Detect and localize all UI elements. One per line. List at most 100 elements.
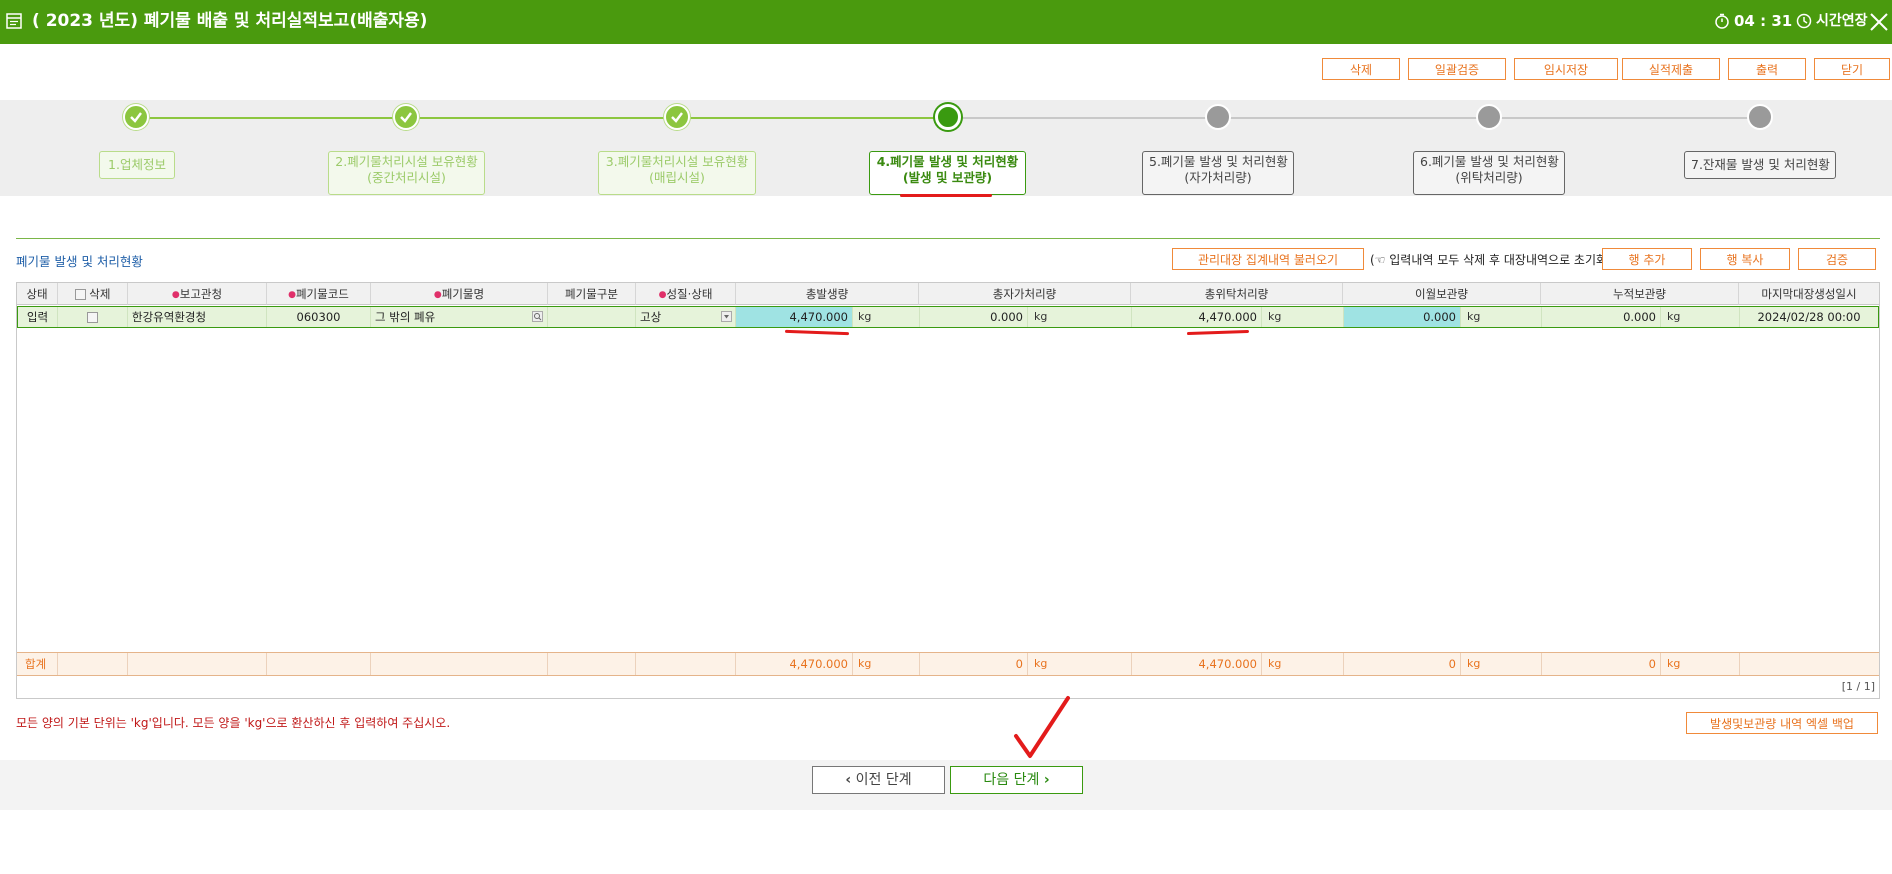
title-bar: ( 2023 년도) 폐기물 배출 및 처리실적보고(배출자용) 04 : 31… (0, 0, 1892, 44)
unit-label: kg (1034, 310, 1048, 323)
section-divider (16, 238, 1880, 239)
step-4-subtext: (발생 및 보관량) (902, 170, 993, 185)
step-2-label[interactable]: 2.폐기물처리시설 보유현황 (중간처리시설) (328, 151, 485, 195)
progress-line-done (136, 117, 948, 119)
header-nature-state: ●성질·상태 (636, 283, 736, 305)
step-2-subtext: (중간처리시설) (367, 170, 446, 185)
row-carried-storage[interactable]: 0.000 (1343, 307, 1461, 327)
sum-empty-cell (58, 653, 128, 675)
annotation-underline-step4 (900, 194, 992, 197)
stopwatch-icon (1715, 13, 1729, 29)
sum-self-processing: 0 (919, 653, 1028, 675)
step-1-check-icon (123, 104, 149, 130)
step-7-indicator (1747, 104, 1773, 130)
page-indicator: [1 / 1] (1841, 680, 1875, 693)
row-accumulated-storage: 0.000 (1541, 307, 1661, 327)
header-waste-name: ●폐기물명 (371, 283, 548, 305)
row-delete-checkbox[interactable] (87, 312, 98, 323)
section-title: 폐기물 발생 및 처리현황 (16, 254, 143, 269)
row-consigned-processing[interactable]: 4,470.000 (1131, 307, 1262, 327)
header-carried-storage: 이월보관량 (1343, 283, 1541, 305)
step-6-indicator (1476, 104, 1502, 130)
next-step-label: 다음 단계 (983, 772, 1040, 788)
step-7-text: 7.잔재물 발생 및 처리현황 (1691, 157, 1830, 172)
excel-backup-button[interactable]: 발생및보관량 내역 엑셀 백업 (1686, 712, 1878, 734)
row-self-processing[interactable]: 0.000 (919, 307, 1028, 327)
submit-performance-button[interactable]: 실적제출 (1622, 58, 1720, 80)
form-icon (6, 13, 22, 29)
load-ledger-button[interactable]: 관리대장 집계내역 불러오기 (1172, 248, 1364, 270)
prev-step-button[interactable]: ‹ 이전 단계 (812, 766, 945, 794)
step-3-check-icon (664, 104, 690, 130)
step-6-label[interactable]: 6.폐기물 발생 및 처리현황 (위탁처리량) (1413, 151, 1565, 195)
sum-carried-storage: 0 (1343, 653, 1461, 675)
step-3-text: 3.폐기물처리시설 보유현황 (605, 154, 749, 169)
next-step-button[interactable]: 다음 단계 › (950, 766, 1083, 794)
add-row-button[interactable]: 행 추가 (1602, 248, 1692, 270)
row-waste-name-text: 그 밖의 폐유 (375, 310, 436, 324)
table-row[interactable]: 입력 한강유역환경청 060300 그 밖의 폐유 고상 4,470.000 k… (17, 306, 1879, 328)
row-delete-cell (58, 307, 128, 327)
sum-empty-cell (548, 653, 636, 675)
row-status: 입력 (18, 307, 58, 327)
sum-unit: kg (1034, 657, 1048, 670)
header-status: 상태 (17, 283, 58, 305)
header-consigned-processing: 총위탁처리량 (1131, 283, 1343, 305)
print-button[interactable]: 출력 (1728, 58, 1806, 80)
row-office[interactable]: 한강유역환경청 (128, 307, 267, 327)
reset-note: (☜ 입력내역 모두 삭제 후 대장내역으로 초기화) (1370, 253, 1612, 267)
extend-time-button[interactable]: 시간연장 (1816, 0, 1868, 42)
step-5-indicator (1205, 104, 1231, 130)
step-2-check-icon (393, 104, 419, 130)
step-5-label[interactable]: 5.폐기물 발생 및 처리현황 (자가처리량) (1142, 151, 1294, 195)
annotation-underline-total (784, 329, 850, 336)
header-total-generation: 총발생량 (736, 283, 919, 305)
step-6-text: 6.폐기물 발생 및 처리현황 (1420, 154, 1559, 169)
unit-notice: 모든 양의 기본 단위는 'kg'입니다. 모든 양을 'kg'으로 환산하신 … (16, 716, 451, 730)
waste-data-grid: 상태 삭제 ●보고관청 ●폐기물코드 ●폐기물명 폐기물구분 ●성질·상태 총발… (16, 282, 1880, 699)
sum-consigned-processing: 4,470.000 (1131, 653, 1262, 675)
header-waste-code: ●폐기물코드 (267, 283, 371, 305)
sum-unit: kg (858, 657, 872, 670)
step-1-label[interactable]: 1.업체정보 (99, 151, 175, 179)
close-icon[interactable] (1868, 12, 1890, 32)
step-6-subtext: (위탁처리량) (1455, 170, 1523, 185)
sum-empty-cell (636, 653, 736, 675)
step-4-label[interactable]: 4.폐기물 발생 및 처리현황 (발생 및 보관량) (869, 151, 1026, 195)
sum-empty-cell (371, 653, 548, 675)
sum-empty-cell (1739, 653, 1879, 675)
close-button[interactable]: 닫기 (1814, 58, 1890, 80)
row-waste-code[interactable]: 060300 (267, 307, 371, 327)
select-all-checkbox[interactable] (74, 289, 86, 300)
temp-save-button[interactable]: 임시저장 (1514, 58, 1618, 80)
sum-row: 합계 4,470.000 kg 0 kg 4,470.000 kg 0 kg 0… (17, 652, 1879, 676)
row-waste-name[interactable]: 그 밖의 폐유 (371, 307, 548, 327)
step-3-label[interactable]: 3.폐기물처리시설 보유현황 (매립시설) (598, 151, 756, 195)
header-office: ●보고관청 (128, 283, 267, 305)
prev-step-label: 이전 단계 (855, 772, 912, 788)
unit-label: kg (1467, 310, 1481, 323)
bottom-nav-band (0, 760, 1892, 810)
window-title: ( 2023 년도) 폐기물 배출 및 처리실적보고(배출자용) (32, 11, 428, 31)
annotation-underline-consigned (1186, 329, 1250, 336)
header-self-processing: 총자가처리량 (919, 283, 1131, 305)
step-3-subtext: (매립시설) (649, 170, 705, 185)
copy-row-button[interactable]: 행 복사 (1700, 248, 1790, 270)
step-7-label[interactable]: 7.잔재물 발생 및 처리현황 (1684, 151, 1836, 179)
sum-unit: kg (1667, 657, 1681, 670)
dropdown-arrow-icon[interactable] (721, 311, 732, 322)
batch-verify-button[interactable]: 일괄검증 (1408, 58, 1506, 80)
verify-button[interactable]: 검증 (1798, 248, 1876, 270)
delete-button[interactable]: 삭제 (1322, 58, 1400, 80)
clock-icon[interactable] (1796, 13, 1812, 29)
row-total-generation[interactable]: 4,470.000 (736, 307, 853, 327)
progress-line-todo (948, 117, 1760, 119)
row-waste-category[interactable] (548, 307, 636, 327)
session-timer: 04 : 31 (1734, 12, 1793, 30)
step-2-text: 2.폐기물처리시설 보유현황 (335, 154, 478, 169)
row-nature-text: 고상 (640, 310, 662, 324)
sum-empty-cell (128, 653, 267, 675)
waste-search-icon[interactable] (532, 311, 543, 322)
step-1-text: 1.업체정보 (108, 157, 166, 172)
step-4-text: 4.폐기물 발생 및 처리현황 (876, 154, 1019, 169)
